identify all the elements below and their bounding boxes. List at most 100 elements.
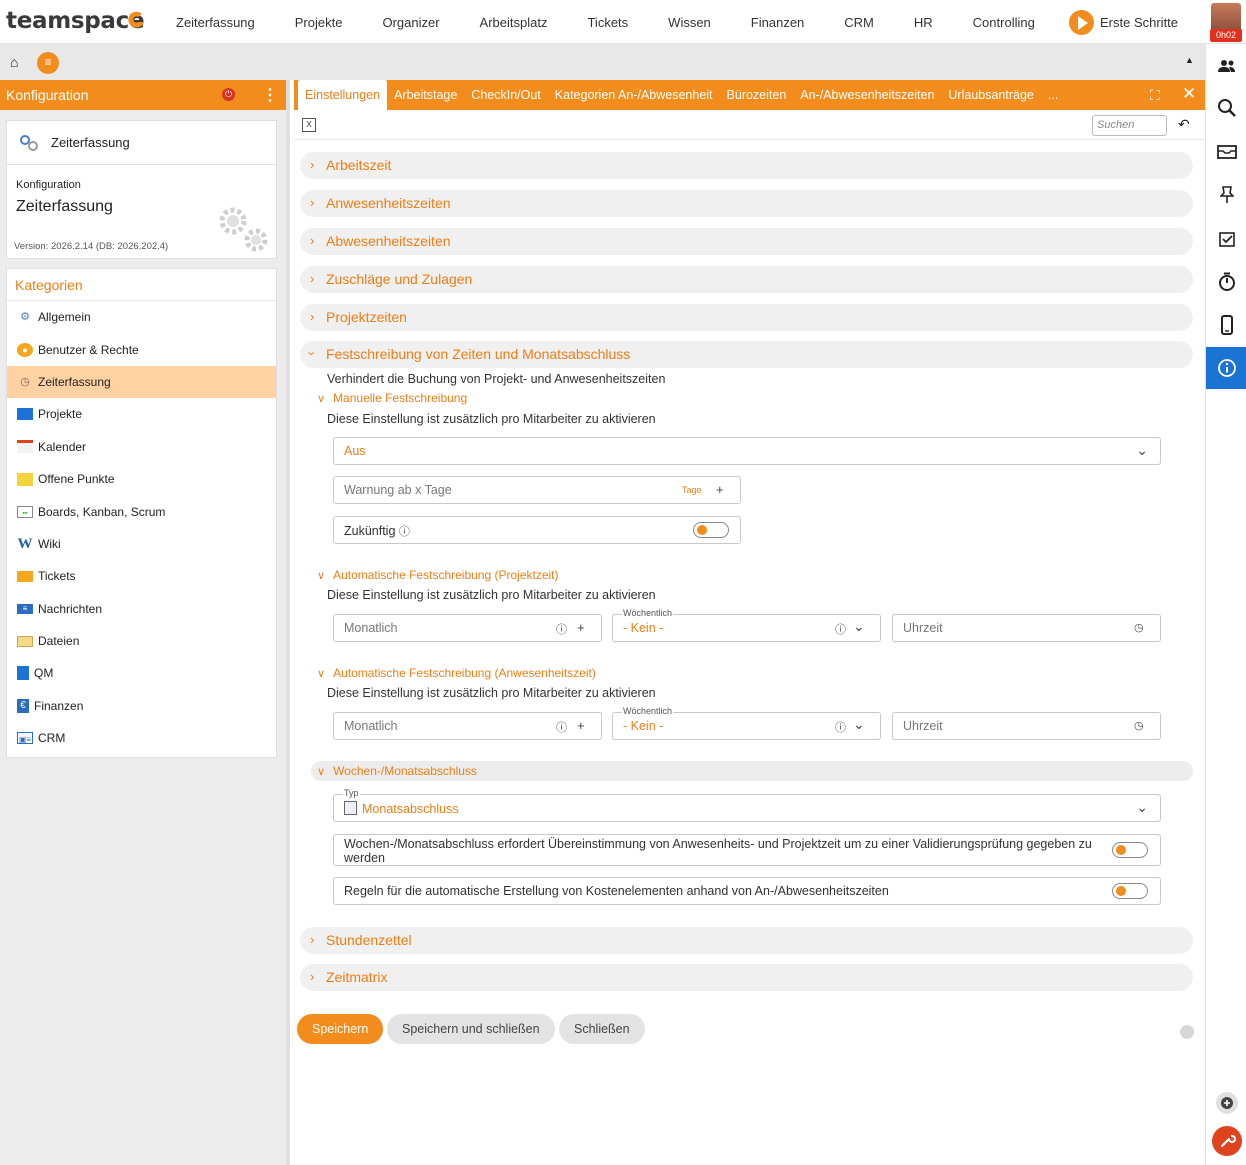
category-wiki[interactable]: W Wiki (7, 528, 276, 560)
manual-mode-select[interactable]: Aus ⌄ (333, 437, 1161, 465)
section-zuschlaege[interactable]: › Zuschläge und Zulagen (300, 266, 1193, 293)
mobile-icon[interactable] (1206, 304, 1246, 346)
tab-buerozeiten[interactable]: Bürozeiten (720, 80, 794, 110)
tasks-icon[interactable] (1206, 218, 1246, 260)
category-crm[interactable]: ▣≡ CRM (7, 722, 276, 754)
tab-more[interactable]: ... (1041, 80, 1065, 110)
info-icon[interactable]: ⓘ (556, 719, 567, 735)
category-boards[interactable]: ▪▪ Boards, Kanban, Scrum (7, 495, 276, 527)
auto-project-header[interactable]: ∨ Automatische Festschreibung (Projektzei… (317, 568, 559, 582)
section-festschreibung[interactable]: › Festschreibung von Zeiten und Monatsabs… (300, 341, 1193, 368)
info-icon[interactable]: ⓘ (835, 621, 846, 637)
clock-icon[interactable]: ◷ (1134, 719, 1144, 732)
wrench-icon[interactable] (1206, 1120, 1246, 1162)
plus-icon[interactable]: + (577, 718, 585, 733)
category-qm[interactable]: QM (7, 657, 276, 689)
info-icon[interactable]: ⓘ (835, 719, 846, 735)
nav-crm[interactable]: CRM (824, 15, 894, 30)
app-logo[interactable]: teamspace (6, 8, 145, 34)
tab-einstellungen[interactable]: Einstellungen (298, 80, 388, 110)
project-monthly-input[interactable]: Monatlich ⓘ + (333, 614, 602, 642)
category-allgemein[interactable]: ⚙ Allgemein (7, 301, 276, 333)
more-options-icon[interactable]: ⋮ (262, 85, 278, 105)
inbox-icon[interactable] (1206, 130, 1246, 172)
nav-finanzen[interactable]: Finanzen (731, 15, 824, 30)
category-zeiterfassung[interactable]: ◷ Zeiterfassung (7, 365, 276, 399)
auto-presence-header[interactable]: ∨ Automatische Festschreibung (Anwesenhei… (317, 666, 596, 680)
contacts-icon[interactable] (1206, 45, 1246, 87)
nav-arbeitsplatz[interactable]: Arbeitsplatz (460, 15, 568, 30)
closing-header[interactable]: ∨ Wochen-/Monatsabschluss (317, 764, 477, 778)
home-icon[interactable]: ⌂ (10, 54, 18, 70)
info-icon[interactable]: ⓘ (556, 621, 567, 637)
nav-controlling[interactable]: Controlling (953, 15, 1055, 30)
future-toggle[interactable] (693, 522, 729, 538)
close-button[interactable]: Schließen (559, 1014, 645, 1044)
section-anwesenheitszeiten[interactable]: › Anwesenheitszeiten (300, 190, 1193, 217)
save-button[interactable]: Speichern (297, 1014, 384, 1044)
category-benutzer-rechte[interactable]: ● Benutzer & Rechte (7, 333, 276, 365)
search-icon[interactable] (1206, 87, 1246, 129)
info-icon[interactable]: ⓘ (399, 526, 410, 538)
category-tickets[interactable]: Tickets (7, 560, 276, 592)
stopwatch-icon[interactable] (1206, 261, 1246, 303)
erste-schritte-button[interactable]: Erste Schritte (1069, 10, 1178, 35)
user-avatar[interactable]: 0h02 (1210, 3, 1242, 42)
collapse-up-icon[interactable]: ▲ (1185, 55, 1194, 65)
category-offene-punkte[interactable]: Offene Punkte (7, 463, 276, 495)
nav-organizer[interactable]: Organizer (362, 15, 459, 30)
category-finanzen[interactable]: € Finanzen (7, 690, 276, 722)
clock-icon[interactable]: ◷ (1134, 621, 1144, 634)
tab-an-abwesenheitszeiten[interactable]: An-/Abwesenheitszeiten (793, 80, 941, 110)
section-abwesenheitszeiten[interactable]: › Abwesenheitszeiten (300, 228, 1193, 255)
select-value: - Kein - (623, 621, 664, 635)
project-weekly-select[interactable]: Wöchentlich - Kein - ⓘ ⌄ (612, 608, 881, 642)
plus-icon[interactable]: + (716, 482, 724, 497)
maximize-icon[interactable]: ⛶ (1150, 87, 1160, 104)
unit-label: Tage (682, 485, 702, 495)
category-kalender[interactable]: Kalender (7, 431, 276, 463)
nav-wissen[interactable]: Wissen (648, 15, 731, 30)
info-icon[interactable] (1206, 347, 1246, 389)
tab-kategorien[interactable]: Kategorien An-/Abwesenheit (548, 80, 720, 110)
nav-tickets[interactable]: Tickets (567, 15, 648, 30)
app-menu-button[interactable]: ≡ (37, 52, 59, 74)
config-title: Zeiterfassung (16, 198, 113, 215)
plus-icon[interactable]: + (577, 620, 585, 635)
close-icon[interactable]: ✕ (1182, 84, 1196, 104)
closing-type-select[interactable]: Typ Monatsabschluss ⌄ (333, 788, 1161, 822)
nav-projekte[interactable]: Projekte (275, 15, 363, 30)
board-icon: ▪▪ (17, 505, 33, 518)
manual-festschreibung-header[interactable]: ∨ Manuelle Festschreibung (317, 391, 467, 405)
nav-hr[interactable]: HR (894, 15, 953, 30)
search-input[interactable]: Suchen (1092, 115, 1167, 136)
validation-toggle[interactable] (1112, 842, 1148, 858)
section-arbeitszeit[interactable]: › Arbeitszeit (300, 152, 1193, 179)
excel-export-icon[interactable]: X (302, 118, 316, 132)
tab-arbeitstage[interactable]: Arbeitstage (387, 80, 464, 110)
add-circle-icon[interactable] (1206, 1082, 1246, 1124)
category-nachrichten[interactable]: ≡ Nachrichten (7, 593, 276, 625)
presence-weekly-select[interactable]: Wöchentlich - Kein - ⓘ ⌄ (612, 706, 881, 740)
section-projektzeiten[interactable]: › Projektzeiten (300, 304, 1193, 331)
category-label: Benutzer & Rechte (38, 342, 139, 357)
tab-checkin-out[interactable]: CheckIn/Out (464, 80, 547, 110)
users-icon: ● (17, 342, 33, 357)
config-panel-header: Konfiguration ⏻ ⋮ (0, 80, 286, 110)
project-time-input[interactable]: Uhrzeit ◷ (892, 614, 1161, 642)
user-icon[interactable] (1180, 1025, 1194, 1039)
undo-icon[interactable]: ↶ (1178, 116, 1190, 133)
tab-urlaubsantraege[interactable]: Urlaubsanträge (941, 80, 1040, 110)
category-dateien[interactable]: Dateien (7, 625, 276, 657)
warning-days-input[interactable]: Warnung ab x Tage Tage + (333, 476, 741, 504)
section-zeitmatrix[interactable]: › Zeitmatrix (300, 964, 1193, 991)
power-icon[interactable]: ⏻ (222, 88, 235, 101)
save-close-button[interactable]: Speichern und schließen (387, 1014, 555, 1044)
cost-elements-toggle[interactable] (1112, 883, 1148, 899)
presence-time-input[interactable]: Uhrzeit ◷ (892, 712, 1161, 740)
nav-zeiterfassung[interactable]: Zeiterfassung (156, 15, 275, 30)
section-stundenzettel[interactable]: › Stundenzettel (300, 927, 1193, 954)
pin-icon[interactable] (1206, 174, 1246, 216)
category-projekte[interactable]: Projekte (7, 398, 276, 430)
presence-monthly-input[interactable]: Monatlich ⓘ + (333, 712, 602, 740)
